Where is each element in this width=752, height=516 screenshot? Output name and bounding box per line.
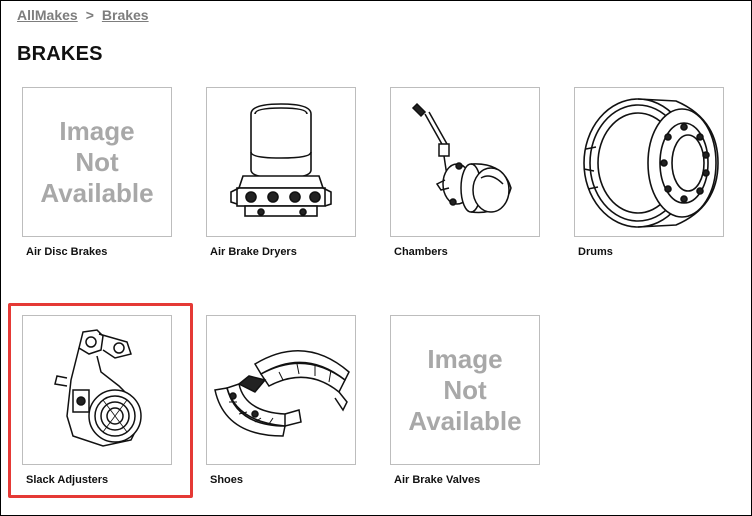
product-card-shoes[interactable]: Shoes [206,315,358,486]
product-label[interactable]: Shoes [210,474,358,486]
product-thumbnail[interactable] [22,315,172,465]
air-dryer-icon [230,103,332,217]
product-card-chambers[interactable]: Chambers [390,87,542,258]
slack-adjuster-icon [54,329,142,447]
product-thumbnail[interactable] [390,87,540,237]
brake-chamber-icon [411,102,512,214]
product-thumbnail[interactable] [206,315,356,465]
image-not-available-placeholder: Image Not Available [408,343,522,436]
product-thumbnail[interactable] [206,87,356,237]
product-label[interactable]: Air Brake Valves [394,474,542,486]
product-grid: Image Not Available Air Disc Brakes Air … [0,0,752,516]
product-thumbnail[interactable]: Image Not Available [390,315,540,465]
image-not-available-placeholder: Image Not Available [40,115,154,208]
brake-shoe-icon [214,350,350,437]
product-label[interactable]: Chambers [394,246,542,258]
product-label[interactable]: Air Brake Dryers [210,246,358,258]
product-card-air-brake-dryers[interactable]: Air Brake Dryers [206,87,358,258]
product-card-air-disc-brakes[interactable]: Image Not Available Air Disc Brakes [22,87,174,258]
product-label[interactable]: Slack Adjusters [26,474,174,486]
brake-drum-icon [583,98,719,228]
product-card-drums[interactable]: Drums [574,87,726,258]
product-card-air-brake-valves[interactable]: Image Not Available Air Brake Valves [390,315,542,486]
product-label[interactable]: Drums [578,246,726,258]
product-thumbnail[interactable]: Image Not Available [22,87,172,237]
product-thumbnail[interactable] [574,87,724,237]
product-label[interactable]: Air Disc Brakes [26,246,174,258]
product-card-slack-adjusters[interactable]: Slack Adjusters [22,315,174,486]
